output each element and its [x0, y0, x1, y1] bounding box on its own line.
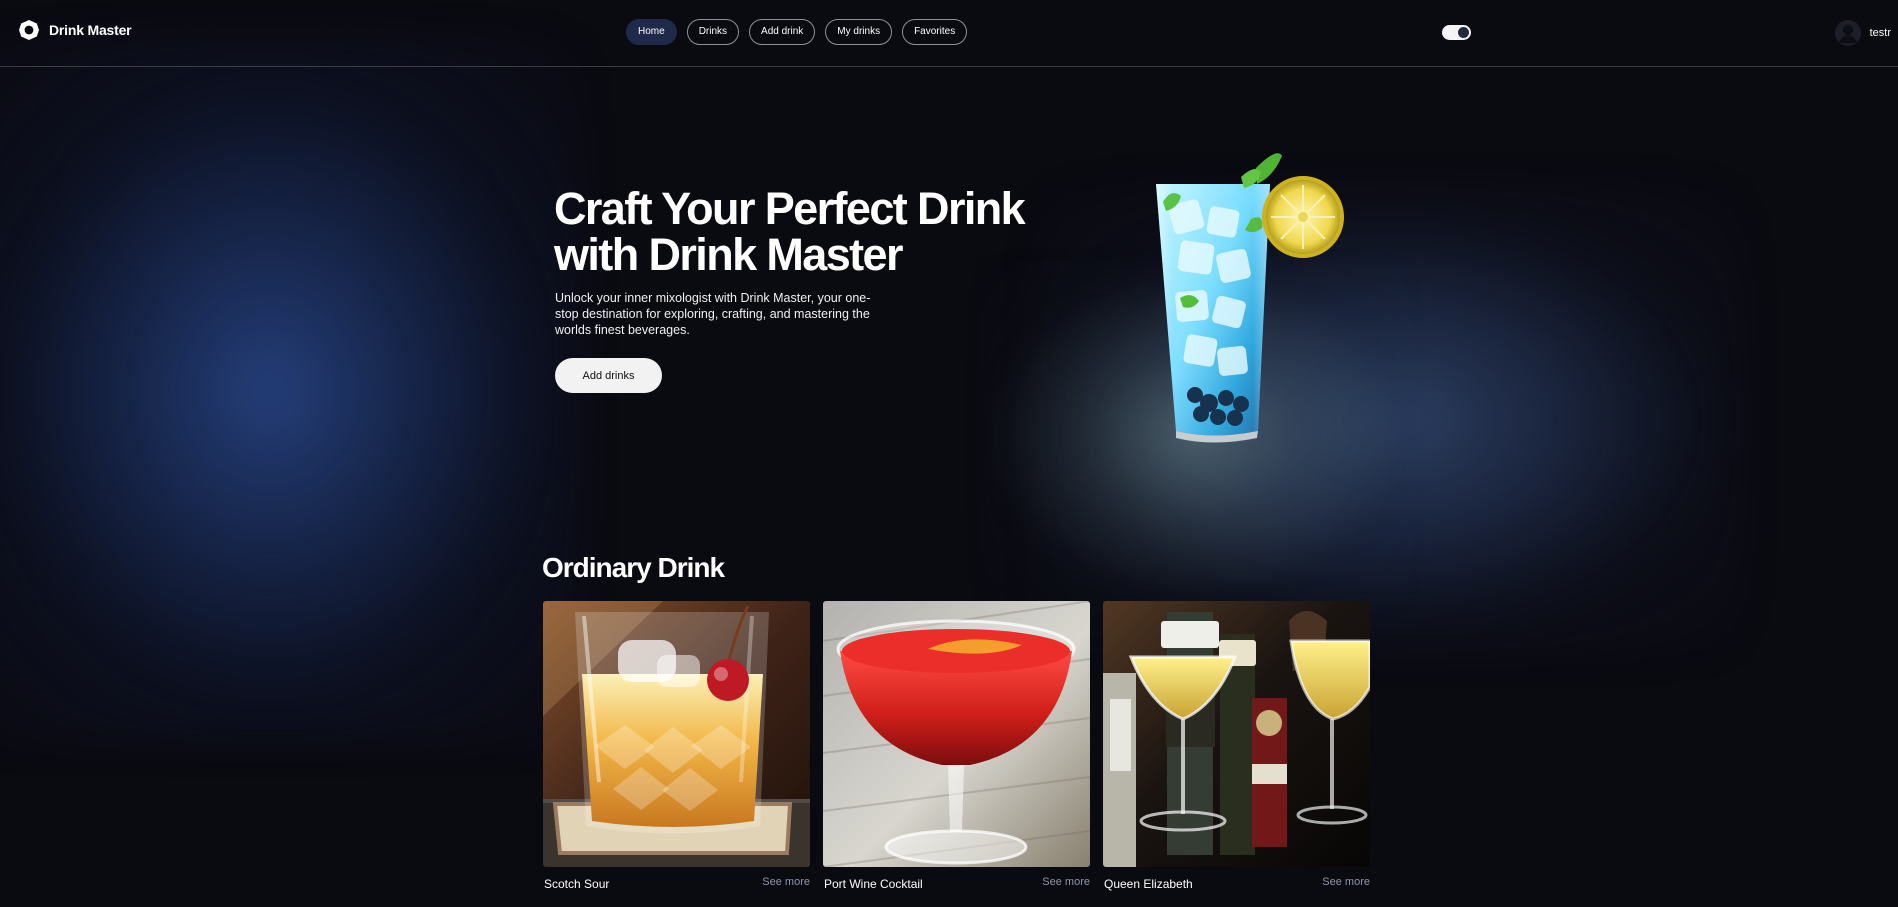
hero-title: Craft Your Perfect Drink with Drink Mast… — [554, 183, 1026, 280]
see-more-link[interactable]: See more — [1042, 876, 1090, 888]
drink-card[interactable]: Queen Elizabeth See more — [1103, 601, 1370, 891]
toggle-icon — [1458, 27, 1469, 38]
user-avatar-icon — [1834, 20, 1861, 46]
drink-card[interactable]: Scotch Sour See more — [543, 601, 810, 891]
see-more-link[interactable]: See more — [1322, 876, 1370, 888]
nav-item-add-drink[interactable]: Add drink — [749, 19, 816, 45]
drink-name: Scotch Sour — [544, 877, 610, 891]
drink-master-logo-icon — [19, 20, 39, 40]
add-drinks-button[interactable]: Add drinks — [555, 358, 662, 393]
hero-cocktail-image — [1145, 146, 1360, 446]
nav-item-drinks[interactable]: Drinks — [686, 19, 740, 45]
theme-toggle[interactable] — [1442, 25, 1471, 40]
username: testr — [1869, 27, 1891, 39]
drink-image[interactable] — [543, 601, 810, 867]
nav-item-home[interactable]: Home — [626, 19, 677, 45]
brand-name: Drink Master — [49, 22, 132, 38]
background-glow-left — [0, 40, 580, 740]
drink-card[interactable]: Port Wine Cocktail See more — [823, 601, 1090, 891]
brand-link[interactable]: Drink Master — [18, 19, 132, 41]
drink-image[interactable] — [1103, 601, 1370, 867]
drink-name: Queen Elizabeth — [1104, 877, 1193, 891]
drink-image[interactable] — [823, 601, 1090, 867]
user-menu[interactable]: testr — [1834, 20, 1891, 46]
drink-name: Port Wine Cocktail — [824, 877, 923, 891]
main-nav: Home Drinks Add drink My drinks Favorite… — [626, 19, 968, 45]
site-header: Drink Master Home Drinks Add drink My dr… — [0, 0, 1898, 67]
hero-description: Unlock your inner mixologist with Drink … — [555, 291, 871, 337]
see-more-link[interactable]: See more — [762, 876, 810, 888]
nav-item-favorites[interactable]: Favorites — [902, 19, 968, 45]
nav-item-my-drinks[interactable]: My drinks — [825, 19, 893, 45]
section-title: Ordinary Drink — [542, 552, 725, 583]
